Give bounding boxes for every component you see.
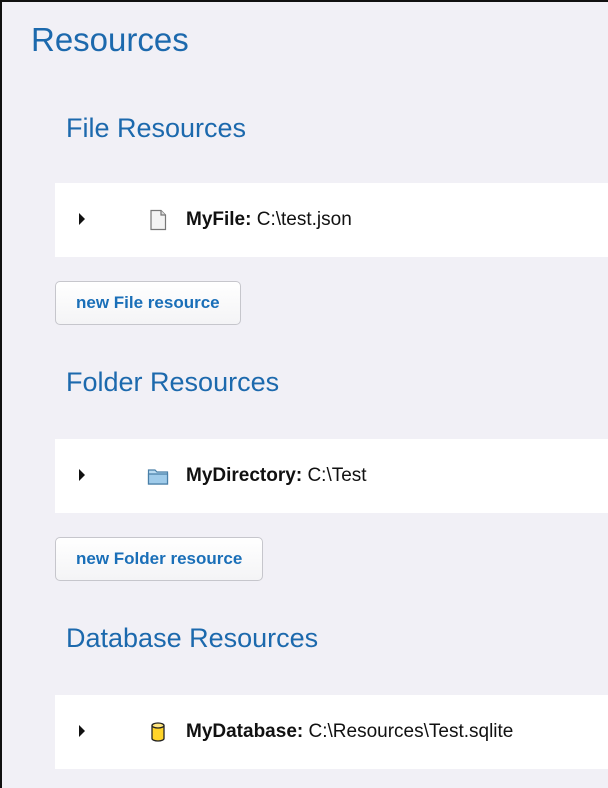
page-title: Resources	[31, 21, 189, 58]
expand-caret-icon[interactable]	[79, 725, 85, 737]
resource-row-mydatabase[interactable]: MyDatabase: C:\Resources\Test.sqlite	[55, 695, 608, 769]
resource-path: C:\Test	[307, 465, 367, 486]
resource-row-mydirectory[interactable]: MyDirectory: C:\Test	[55, 439, 608, 513]
resource-path: C:\test.json	[256, 209, 352, 230]
resource-name: MyDirectory:	[186, 465, 303, 486]
resource-name: MyDatabase:	[186, 721, 304, 742]
expand-caret-icon[interactable]	[79, 469, 85, 481]
section-title-folder-resources: Folder Resources	[66, 367, 280, 397]
database-icon	[151, 722, 165, 742]
section-title-database-resources: Database Resources	[66, 623, 319, 653]
new-file-resource-button[interactable]: new File resource	[55, 281, 241, 325]
resource-path: C:\Resources\Test.sqlite	[308, 721, 514, 742]
expand-caret-icon[interactable]	[79, 213, 85, 225]
resource-name: MyFile:	[186, 209, 252, 230]
resources-panel: Resources File Resources MyFile: C:\test…	[0, 0, 608, 788]
resource-label: MyFile: C:\test.json	[186, 209, 352, 231]
section-title-file-resources: File Resources	[66, 113, 247, 143]
resource-row-myfile[interactable]: MyFile: C:\test.json	[55, 183, 608, 257]
resource-label: MyDirectory: C:\Test	[186, 465, 367, 487]
folder-icon	[147, 469, 169, 485]
file-icon	[150, 209, 167, 231]
resource-label: MyDatabase: C:\Resources\Test.sqlite	[186, 721, 513, 743]
new-folder-resource-button[interactable]: new Folder resource	[55, 537, 264, 581]
